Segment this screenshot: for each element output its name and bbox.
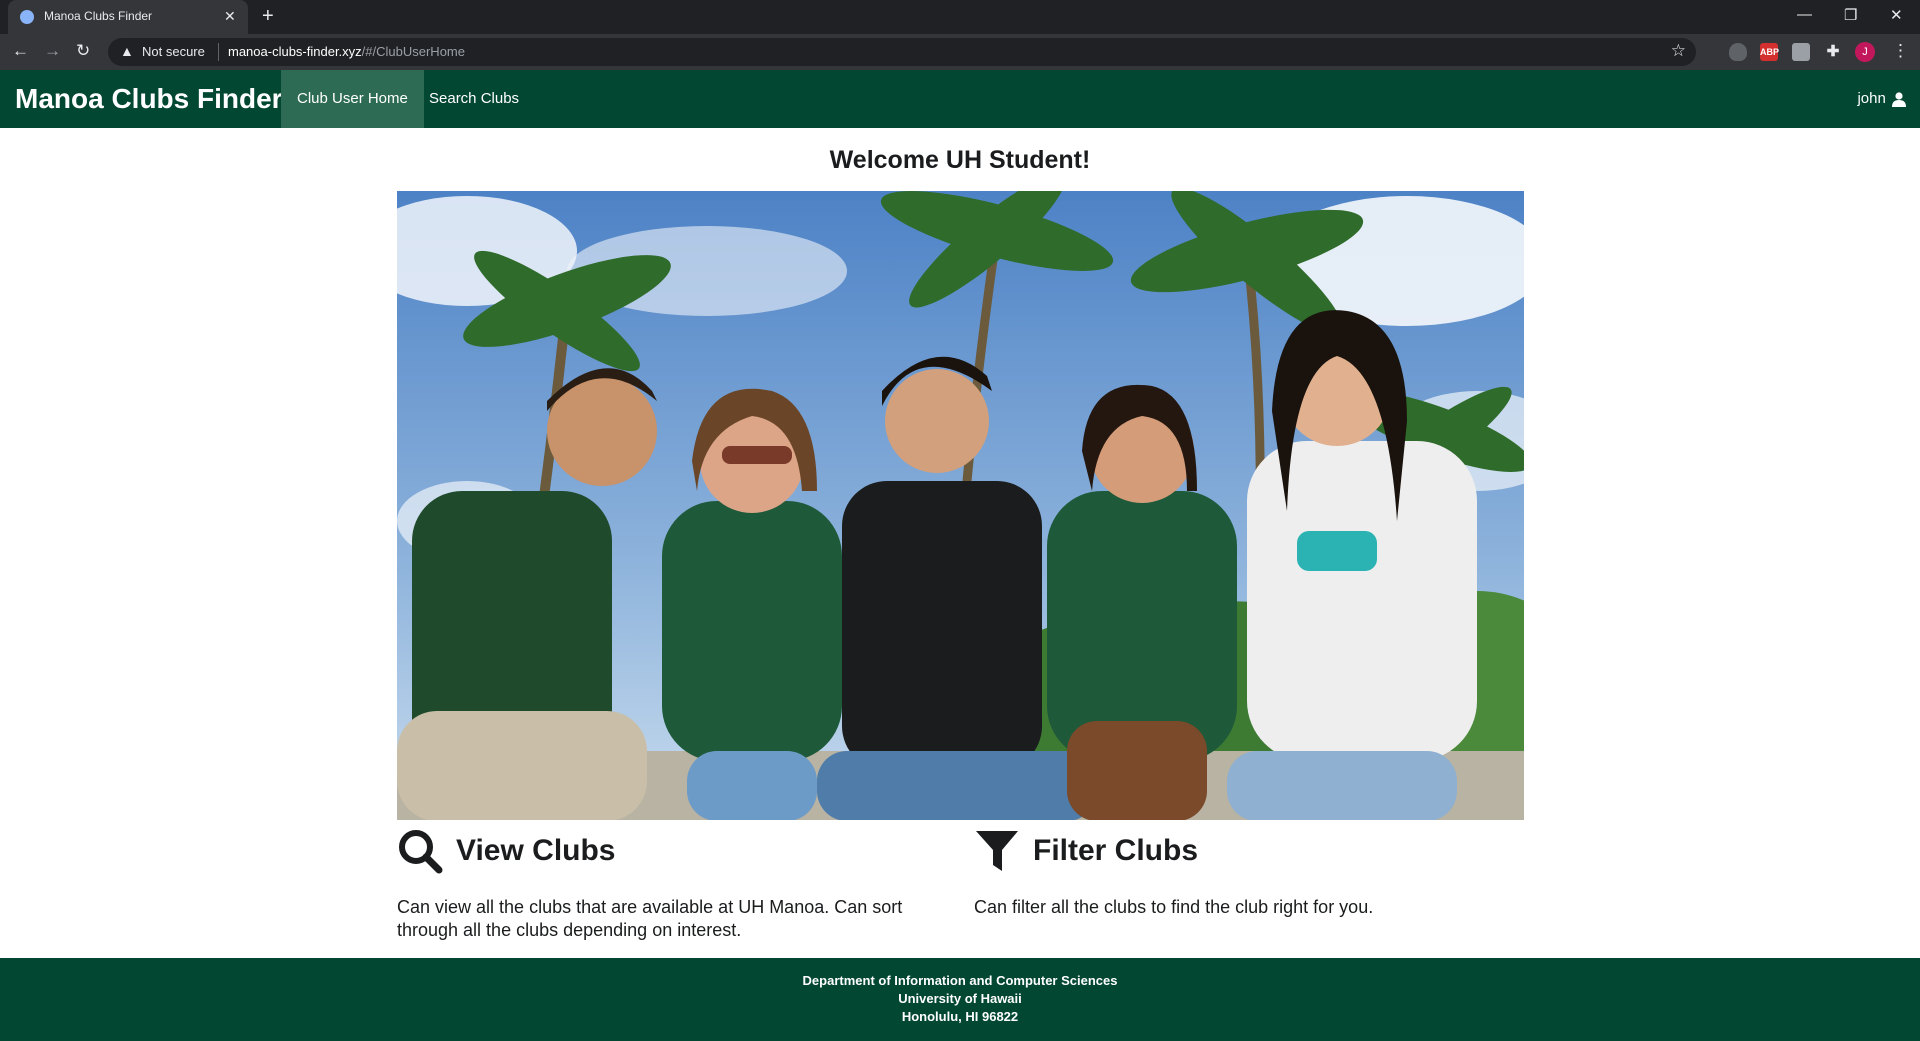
forward-icon[interactable]: → (44, 41, 61, 61)
search-icon (399, 830, 443, 874)
feature-title: Filter Clubs (1033, 834, 1199, 867)
page-footer: Department of Information and Computer S… (0, 958, 1920, 1041)
translate-extension-icon[interactable] (1792, 43, 1810, 61)
restore-icon[interactable]: ❐ (1844, 6, 1857, 24)
students-photo (397, 191, 1524, 820)
extensions-puzzle-icon[interactable]: ✚ (1824, 43, 1842, 61)
browser-menu-icon[interactable]: ⋮ (1892, 41, 1909, 61)
user-icon (1892, 91, 1906, 107)
bookmark-star-icon[interactable]: ☆ (1671, 41, 1686, 61)
url-host: manoa-clubs-finder.xyz (228, 44, 362, 59)
browser-tab-bar: Manoa Clubs Finder ✕ + — ❐ ✕ (0, 0, 1920, 34)
address-bar[interactable]: ▲ Not secure manoa-clubs-finder.xyz/#/Cl… (108, 38, 1696, 66)
minimize-icon[interactable]: — (1797, 6, 1812, 23)
footer-address: Honolulu, HI 96822 (901, 1009, 1019, 1024)
shield-extension-icon[interactable] (1729, 43, 1747, 61)
footer-department: Department of Information and Computer S… (802, 973, 1118, 988)
site-favicon-icon (20, 10, 34, 24)
omnibox-divider (218, 43, 219, 61)
filter-icon (976, 831, 1018, 871)
security-label[interactable]: Not secure (142, 44, 205, 59)
user-dropdown[interactable]: john (1857, 70, 1906, 128)
close-window-icon[interactable]: ✕ (1890, 6, 1903, 24)
welcome-heading: Welcome UH Student! (829, 146, 1091, 174)
nav-club-user-home[interactable]: Club User Home (281, 70, 424, 128)
tab-close-icon[interactable]: ✕ (224, 8, 236, 25)
url-text[interactable]: manoa-clubs-finder.xyz/#/ClubUserHome (228, 44, 465, 59)
app-navbar: Manoa Clubs Finder Club User Home Search… (0, 70, 1920, 128)
new-tab-icon[interactable]: + (262, 5, 274, 28)
feature-description: Can filter all the clubs to find the clu… (974, 897, 1374, 917)
feature-title: View Clubs (456, 834, 616, 867)
hero-image (397, 191, 1524, 820)
url-path: /#/ClubUserHome (361, 44, 465, 59)
footer-university: University of Hawaii (898, 991, 1022, 1006)
profile-avatar[interactable]: J (1855, 42, 1875, 62)
reload-icon[interactable]: ↻ (76, 41, 90, 61)
brand-title[interactable]: Manoa Clubs Finder (15, 83, 283, 115)
browser-tab[interactable]: Manoa Clubs Finder ✕ (8, 0, 248, 34)
tab-title: Manoa Clubs Finder (44, 9, 153, 23)
nav-search-clubs[interactable]: Search Clubs (413, 70, 535, 128)
back-icon[interactable]: ← (12, 41, 29, 61)
warning-icon[interactable]: ▲ (120, 43, 134, 59)
browser-toolbar: ← → ↻ ▲ Not secure manoa-clubs-finder.xy… (0, 34, 1920, 70)
user-name: john (1857, 90, 1886, 107)
feature-description: Can view all the clubs that are availabl… (397, 897, 903, 940)
adblock-extension-icon[interactable]: ABP (1760, 43, 1779, 61)
